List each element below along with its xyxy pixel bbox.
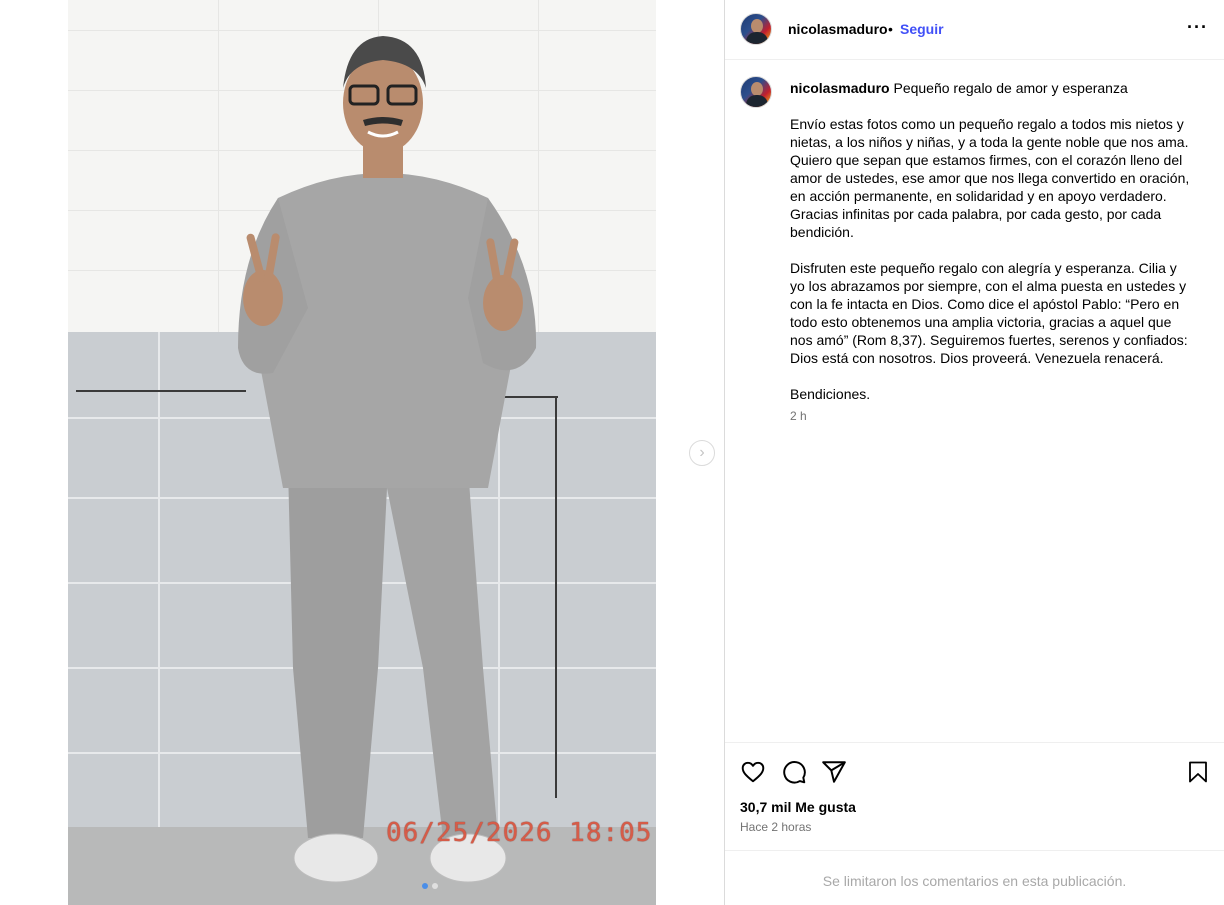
post-side-panel: nicolasmaduro • Seguir ··· nicolasmaduro… (725, 0, 1224, 905)
follow-button[interactable]: Seguir (900, 21, 944, 37)
bookmark-icon[interactable] (1186, 759, 1210, 785)
separator-bullet: • (888, 21, 893, 37)
caption-header: nicolasmaduro Pequeño regalo de amor y e… (790, 79, 1210, 97)
paper-plane-icon[interactable] (821, 759, 847, 785)
post-actions: 30,7 mil Me gusta Hace 2 horas (725, 742, 1224, 850)
comment-icon[interactable] (781, 759, 807, 785)
more-options-icon[interactable]: ··· (1187, 17, 1208, 38)
username-link[interactable]: nicolasmaduro (788, 21, 888, 37)
likes-count[interactable]: 30,7 mil Me gusta (740, 799, 856, 815)
photo-timestamp: 06/25/2026 18:05 (386, 818, 653, 848)
caption-username[interactable]: nicolasmaduro (790, 80, 890, 96)
avatar[interactable] (740, 76, 772, 108)
next-slide-button[interactable]: › (689, 440, 715, 466)
comments-bar: Se limitaron los comentarios en esta pub… (725, 850, 1224, 905)
caption-block: nicolasmaduro Pequeño regalo de amor y e… (725, 61, 1224, 741)
carousel-dots (422, 883, 438, 889)
carousel-dot-active[interactable] (422, 883, 428, 889)
caption-time[interactable]: 2 h (790, 409, 807, 423)
carousel-dot[interactable] (432, 883, 438, 889)
person-figure (238, 36, 537, 883)
post-header: nicolasmaduro • Seguir ··· (725, 0, 1224, 60)
avatar[interactable] (740, 13, 772, 45)
caption-body: Envío estas fotos como un pequeño regalo… (790, 116, 1190, 402)
media-pane: 06/25/2026 18:05 › (0, 0, 724, 905)
post-photo[interactable]: 06/25/2026 18:05 (68, 0, 656, 905)
posted-ago[interactable]: Hace 2 horas (740, 820, 811, 834)
caption-intro: Pequeño regalo de amor y esperanza (893, 80, 1128, 96)
heart-icon[interactable] (740, 759, 766, 785)
chevron-right-icon: › (699, 444, 705, 461)
comments-limited-note: Se limitaron los comentarios en esta pub… (822, 873, 1127, 889)
